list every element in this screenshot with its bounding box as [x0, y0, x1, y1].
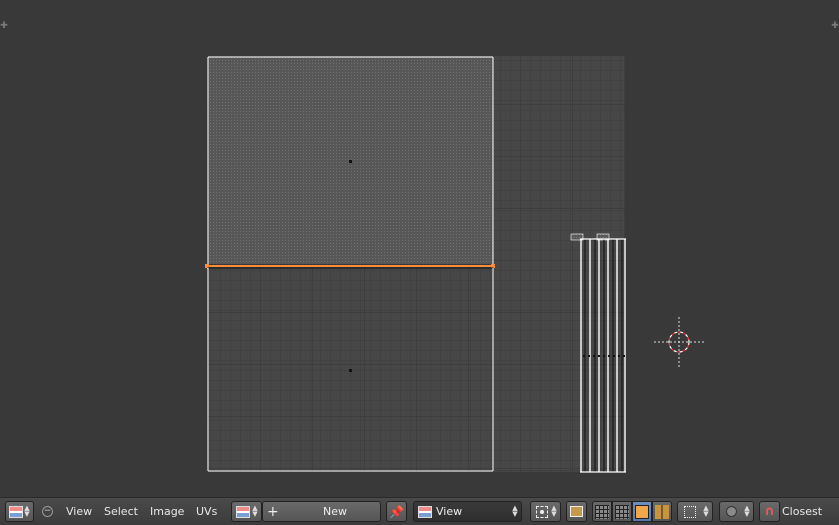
pivot-icon [535, 505, 548, 518]
face-center-dot [608, 355, 610, 357]
image-editor-header: ▲ ▼ − View Select Image UVs ▲ ▼ + New 📌 Vi… [0, 497, 839, 525]
magnet-icon: ∩ [764, 504, 775, 519]
updown-arrows-icon: ▲ ▼ [744, 504, 750, 518]
image-icon [418, 505, 432, 518]
select-mode-edge[interactable] [612, 501, 632, 522]
uv-face-selected[interactable] [207, 56, 494, 266]
new-image-button[interactable]: + New [262, 501, 381, 522]
pivot-dropdown[interactable]: ▲ ▼ [530, 501, 561, 522]
menu-view[interactable]: View [66, 503, 92, 521]
snap-target-label[interactable]: Closest [782, 503, 822, 521]
collapse-menu-icon[interactable]: − [42, 506, 53, 517]
face-center-dot [598, 355, 600, 357]
uv-viewport[interactable]: ✚ ✚ [0, 0, 839, 497]
updown-arrows-icon: ▲ ▼ [24, 504, 30, 518]
face-select-icon [635, 504, 649, 519]
image-browse-button[interactable]: ▲ ▼ [231, 501, 262, 522]
menu-uvs[interactable]: UVs [196, 503, 217, 521]
uv-canvas[interactable] [0, 0, 839, 497]
sticky-selection-icon [684, 505, 696, 518]
vertex-select-icon [595, 504, 609, 519]
face-center-dot [583, 355, 585, 357]
face-center-dot [613, 355, 615, 357]
face-center-dot [618, 355, 620, 357]
select-mode-island[interactable] [652, 501, 672, 522]
island-select-icon [655, 504, 669, 519]
face-center-dot [588, 355, 590, 357]
face-center-dot [349, 160, 352, 163]
menu-select[interactable]: Select [104, 503, 138, 521]
select-mode-face[interactable] [632, 501, 652, 522]
updown-arrows-icon: ▲ ▼ [252, 504, 258, 518]
face-center-dot [603, 355, 605, 357]
updown-arrows-icon: ▲ ▼ [512, 504, 518, 518]
face-center-dot [349, 369, 352, 372]
image-browse-icon [235, 505, 250, 518]
menu-image[interactable]: Image [150, 503, 184, 521]
sync-selection-icon [570, 506, 583, 517]
editor-type-button[interactable]: ▲ ▼ [5, 501, 34, 522]
image-editor-icon [8, 505, 23, 518]
pin-button[interactable]: 📌 [386, 501, 407, 522]
sync-selection-button[interactable] [566, 501, 587, 522]
updown-arrows-icon: ▲ ▼ [551, 504, 557, 518]
face-center-dot [593, 355, 595, 357]
plus-icon: + [267, 503, 279, 520]
snap-toggle[interactable]: ∩ [759, 501, 780, 522]
new-button-label: New [323, 505, 347, 518]
mode-label: View [436, 505, 463, 518]
edge-select-icon [615, 504, 629, 519]
select-mode-vertex[interactable] [592, 501, 612, 522]
proportional-edit-icon [726, 506, 737, 517]
updown-arrows-icon: ▲ ▼ [703, 504, 709, 518]
pin-icon: 📌 [389, 504, 404, 519]
proportional-edit-dropdown[interactable]: ▲ ▼ [719, 501, 754, 522]
face-center-dot [623, 355, 625, 357]
mode-dropdown[interactable]: View ▲ ▼ [413, 501, 522, 522]
sticky-selection-dropdown[interactable]: ▲ ▼ [677, 501, 713, 522]
2d-cursor-icon[interactable] [654, 317, 704, 367]
